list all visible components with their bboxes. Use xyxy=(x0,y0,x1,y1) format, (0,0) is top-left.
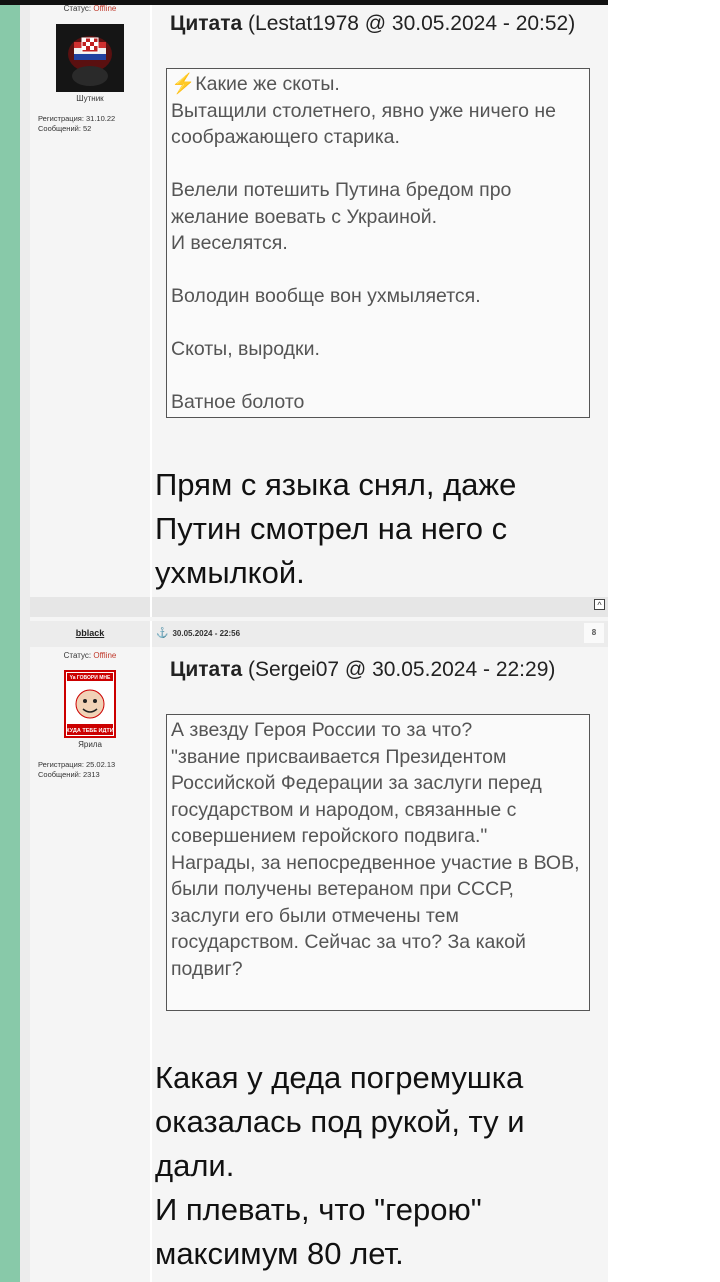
status-value: Offline xyxy=(93,4,117,13)
registration-date: Регистрация: 25.02.13 xyxy=(38,760,116,769)
right-margin xyxy=(608,0,720,1282)
anchor-icon[interactable]: ⚓ xyxy=(156,628,168,639)
user-status: Статус: Offline xyxy=(30,651,150,660)
quote-label: Цитата xyxy=(170,12,243,35)
avatar[interactable] xyxy=(56,24,124,92)
quote-line xyxy=(171,310,585,337)
quote-line xyxy=(171,257,585,284)
user-info: Регистрация: 31.10.22 Сообщений: 52 xyxy=(38,114,115,134)
scroll-top-icon[interactable]: ^ xyxy=(594,599,605,610)
left-gutter xyxy=(20,5,30,1282)
quote-line xyxy=(171,151,585,178)
post-datetime: 30.05.2024 - 22:56 xyxy=(172,629,241,638)
status-label: Статус: xyxy=(63,651,94,660)
quote-line: Ватное болото xyxy=(171,391,305,413)
quote-label: Цитата xyxy=(170,658,243,681)
avatar-caption-bottom: КУДА ТЕБЕ ИДТИ xyxy=(66,728,113,734)
quote-source: (Sergei07 @ 30.05.2024 - 22:29) xyxy=(242,658,556,681)
post-body: Какая у деда погремушка оказалась под ру… xyxy=(155,1056,605,1276)
quote-block: ⚡Какие же скоты. Вытащили столетнего, яв… xyxy=(166,68,590,418)
post-number[interactable]: 8 xyxy=(584,623,604,643)
column-separator xyxy=(150,5,152,597)
quote-line: А звезду Героя России то за что? xyxy=(171,719,473,741)
quote-line: Награды, за непосредвенное участие в ВОВ… xyxy=(171,851,585,980)
left-accent-bar xyxy=(0,5,20,1282)
quote-line: Велели потешить Путина бредом про желани… xyxy=(171,179,517,228)
quote-line: Володин вообще вон ухмыляется. xyxy=(171,285,481,307)
status-label: Статус: xyxy=(63,4,94,13)
post-paragraph: Прям с языка снял, даже Путин смотрел на… xyxy=(155,467,517,590)
user-status: Статус: Offline xyxy=(30,4,150,13)
quote-line: "звание присваивается Президентом Россий… xyxy=(171,745,548,848)
quote-header: Цитата (Lestat1978 @ 30.05.2024 - 20:52) xyxy=(170,10,590,37)
quote-line: Вытащили столетнего, явно уже ничего не … xyxy=(171,99,562,149)
quote-block: А звезду Героя России то за что? "звание… xyxy=(166,714,590,1011)
quote-line: ⚡Какие же скоты. xyxy=(171,73,340,95)
user-rank: Шутник xyxy=(76,94,104,103)
registration-date: Регистрация: 31.10.22 xyxy=(38,114,116,123)
quote-source: (Lestat1978 @ 30.05.2024 - 20:52) xyxy=(242,12,576,35)
quote-line: Скоты, выродки. xyxy=(171,338,320,360)
column-separator xyxy=(150,647,152,1282)
quote-header: Цитата (Sergei07 @ 30.05.2024 - 22:29) xyxy=(170,656,590,683)
post-body: Прям с языка снял, даже Путин смотрел на… xyxy=(155,463,605,595)
message-count: Сообщений: 2313 xyxy=(38,770,100,779)
username-link[interactable]: bblack xyxy=(30,628,150,638)
status-value: Offline xyxy=(93,651,117,660)
post-paragraph: И плевать, что "герою" максимум 80 лет. xyxy=(155,1192,482,1271)
post-paragraph: Какая у деда погремушка оказалась под ру… xyxy=(155,1060,525,1183)
user-info: Регистрация: 25.02.13 Сообщений: 2313 xyxy=(38,760,115,780)
post-date[interactable]: ⚓ 30.05.2024 - 22:56 xyxy=(156,628,240,639)
user-rank: Ярила xyxy=(78,740,102,749)
message-count: Сообщений: 52 xyxy=(38,124,92,133)
quote-line: И веселятся. xyxy=(171,232,288,254)
avatar-caption-top: Ya ГОВОРИ МНЕ xyxy=(70,675,111,681)
avatar[interactable]: Ya ГОВОРИ МНЕ КУДА ТЕБЕ ИДТИ xyxy=(64,670,116,738)
quote-line xyxy=(171,363,585,390)
post-footer xyxy=(30,597,608,617)
